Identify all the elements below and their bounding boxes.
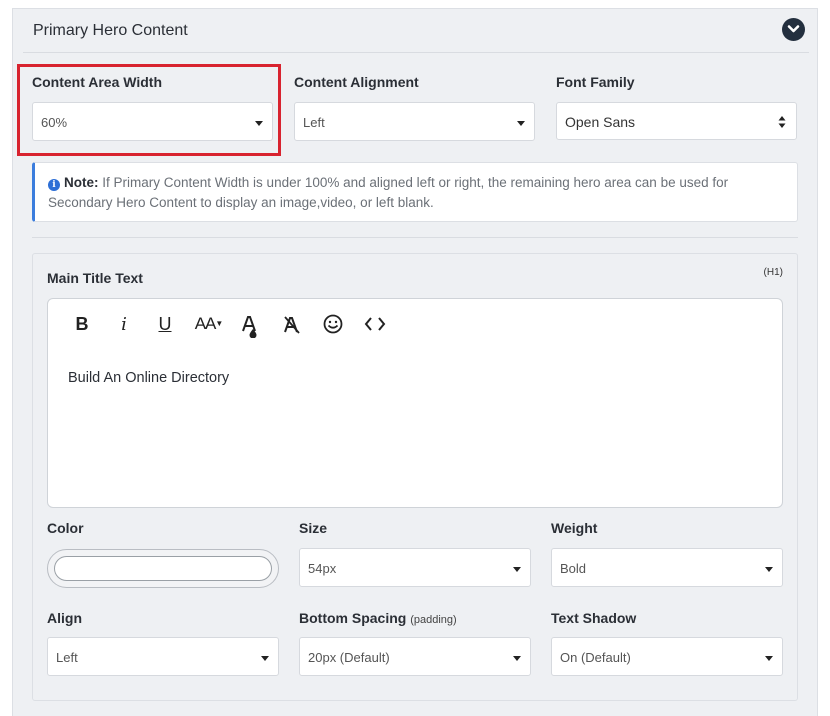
size-select[interactable]: 54px — [299, 548, 531, 587]
text-shadow-value: On (Default) — [560, 650, 631, 665]
italic-icon[interactable]: i — [116, 314, 132, 336]
content-alignment-select[interactable]: Left — [294, 102, 535, 141]
color-picker[interactable] — [47, 549, 279, 588]
bottom-spacing-label-text: Bottom Spacing — [299, 610, 407, 626]
bottom-spacing-select[interactable]: 20px (Default) — [299, 637, 531, 676]
align-label: Align — [47, 610, 82, 626]
emoji-icon[interactable] — [323, 314, 343, 336]
font-size-icon[interactable]: AA▼ — [192, 314, 226, 336]
underline-icon[interactable]: U — [156, 314, 174, 336]
rich-text-editor[interactable]: B i U AA▼ Build An Online Directory — [47, 298, 783, 508]
caret-down-icon — [517, 121, 525, 126]
font-family-select[interactable]: Open Sans — [556, 102, 797, 140]
code-glyph — [364, 317, 386, 331]
note-callout: i Note: If Primary Content Width is under… — [32, 162, 798, 222]
highlight-box — [17, 64, 281, 156]
editor-content[interactable]: Build An Online Directory — [68, 370, 229, 386]
clear-format-icon[interactable] — [282, 314, 302, 336]
panel-header[interactable]: Primary Hero Content — [23, 9, 809, 53]
main-title-label: Main Title Text — [47, 270, 143, 286]
weight-value: Bold — [560, 561, 587, 576]
content-alignment-label: Content Alignment — [294, 74, 419, 90]
bottom-spacing-hint: (padding) — [410, 614, 457, 626]
collapse-button[interactable] — [782, 18, 805, 41]
caret-down-icon — [765, 656, 773, 661]
bold-icon[interactable]: B — [74, 314, 90, 336]
chevron-down-icon — [787, 25, 800, 33]
font-size-glyph: AA — [194, 314, 217, 333]
align-value: Left — [56, 650, 78, 665]
note-text: i Note: If Primary Content Width is under… — [48, 173, 788, 213]
font-family-value: Open Sans — [565, 114, 636, 130]
sort-arrows-icon — [778, 116, 786, 128]
size-value: 54px — [308, 561, 337, 576]
divider — [32, 237, 798, 238]
text-shadow-select[interactable]: On (Default) — [551, 637, 783, 676]
info-icon: i — [48, 179, 60, 191]
note-body: If Primary Content Width is under 100% a… — [48, 175, 729, 210]
color-label: Color — [47, 520, 84, 536]
bottom-spacing-value: 20px (Default) — [308, 650, 390, 665]
caret-down-icon — [513, 567, 521, 572]
smile-glyph — [323, 314, 343, 334]
caret-down-icon — [261, 656, 269, 661]
heading-tag: (H1) — [763, 267, 783, 278]
weight-select[interactable]: Bold — [551, 548, 783, 587]
content-alignment-value: Left — [303, 115, 325, 130]
clear-format-glyph — [284, 316, 300, 334]
text-shadow-label: Text Shadow — [551, 610, 637, 626]
text-color-icon[interactable] — [240, 314, 260, 339]
panel-title: Primary Hero Content — [33, 22, 188, 39]
color-input[interactable] — [54, 556, 272, 581]
caret-down-icon: ▼ — [215, 319, 224, 328]
font-family-label: Font Family — [556, 74, 635, 90]
text-color-glyph — [242, 316, 257, 339]
caret-down-icon — [765, 567, 773, 572]
caret-down-icon — [513, 656, 521, 661]
align-select[interactable]: Left — [47, 637, 279, 676]
bottom-spacing-label: Bottom Spacing (padding) — [299, 610, 457, 626]
code-view-icon[interactable] — [364, 314, 386, 336]
weight-label: Weight — [551, 520, 598, 536]
main-title-panel: Main Title Text (H1) B i U AA▼ Build An … — [32, 253, 798, 701]
size-label: Size — [299, 520, 328, 536]
note-prefix: Note: — [64, 175, 99, 190]
editor-toolbar: B i U AA▼ — [48, 299, 782, 349]
